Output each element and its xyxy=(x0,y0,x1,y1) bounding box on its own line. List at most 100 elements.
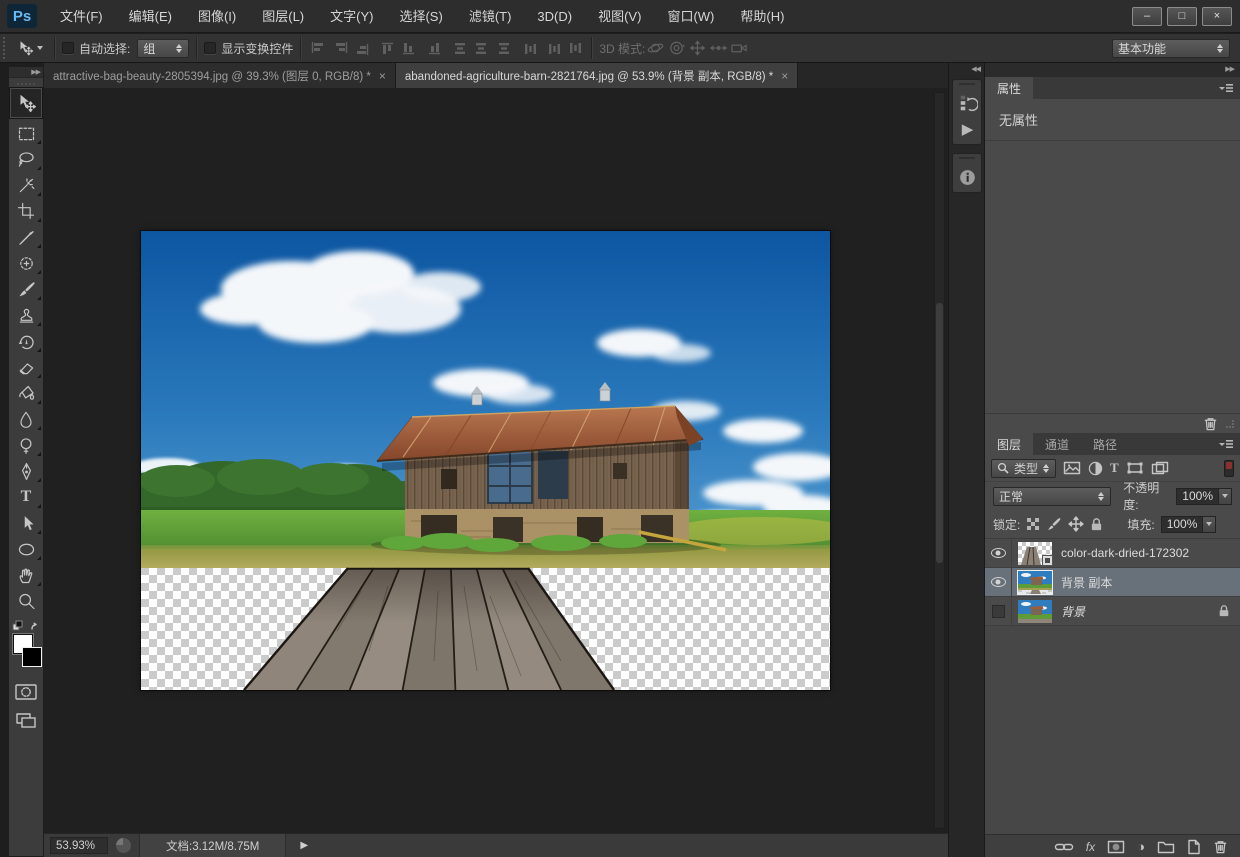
layer-style-icon[interactable]: fx xyxy=(1086,840,1095,854)
trash-icon[interactable] xyxy=(1203,416,1218,431)
menu-view[interactable]: 视图(V) xyxy=(585,0,654,33)
menu-layer[interactable]: 图层(L) xyxy=(249,0,317,33)
3d-pan-icon[interactable] xyxy=(688,40,707,56)
tools-collapse-button[interactable]: ▶▶ xyxy=(9,67,43,78)
vertical-scrollbar[interactable] xyxy=(934,92,945,829)
distribute-center-button[interactable] xyxy=(543,40,562,56)
document-tab-1[interactable]: attractive-bag-beauty-2805394.jpg @ 39.3… xyxy=(44,63,396,88)
menu-help[interactable]: 帮助(H) xyxy=(727,0,797,33)
layer-filtering-toggle[interactable] xyxy=(1224,459,1234,477)
scrollbar-thumb[interactable] xyxy=(936,303,943,563)
adjustment-layer-icon[interactable]: ◑ xyxy=(1137,840,1145,853)
zoom-tool[interactable] xyxy=(9,588,43,614)
blend-mode-dropdown[interactable]: 正常 xyxy=(993,486,1112,506)
path-selection-tool[interactable] xyxy=(9,510,43,536)
maximize-button[interactable]: □ xyxy=(1167,6,1197,26)
eraser-tool[interactable] xyxy=(9,354,43,380)
fill-dropdown-button[interactable] xyxy=(1202,516,1216,532)
tab-layers[interactable]: 图层 xyxy=(985,433,1034,455)
add-mask-icon[interactable] xyxy=(1107,840,1125,854)
shape-tool[interactable] xyxy=(9,536,43,562)
actions-panel-button[interactable]: ▶ xyxy=(953,116,983,142)
close-button[interactable]: × xyxy=(1202,6,1232,26)
info-panel-button[interactable] xyxy=(953,164,983,190)
dock-expand-button[interactable]: ◀◀ xyxy=(949,63,984,77)
3d-orbit-icon[interactable] xyxy=(646,40,665,56)
fill-field[interactable]: 100% xyxy=(1160,515,1217,533)
zoom-level-field[interactable]: 53.93% xyxy=(50,837,108,854)
show-transform-checkbox[interactable] xyxy=(204,42,217,54)
align-left-button[interactable] xyxy=(309,40,328,56)
minimize-button[interactable]: – xyxy=(1132,6,1162,26)
current-tool-indicator[interactable] xyxy=(16,39,43,57)
visibility-toggle[interactable] xyxy=(985,597,1012,625)
move-tool[interactable] xyxy=(9,87,43,119)
clone-stamp-tool[interactable] xyxy=(9,302,43,328)
canvas[interactable] xyxy=(105,230,851,691)
hand-tool[interactable] xyxy=(9,562,43,588)
tab-close-icon[interactable]: × xyxy=(379,70,386,82)
align-center-v-button[interactable] xyxy=(401,40,420,56)
link-layers-icon[interactable] xyxy=(1054,841,1074,853)
menu-select[interactable]: 选择(S) xyxy=(386,0,455,33)
history-panel-button[interactable] xyxy=(953,90,983,116)
layer-row-1[interactable]: color-dark-dried-172302 xyxy=(985,539,1240,568)
type-tool[interactable]: T xyxy=(9,484,43,510)
menu-edit[interactable]: 编辑(E) xyxy=(116,0,185,33)
tab-close-icon[interactable]: × xyxy=(781,70,788,82)
delete-layer-icon[interactable] xyxy=(1213,839,1228,854)
align-right-button[interactable] xyxy=(351,40,370,56)
menu-type[interactable]: 文字(Y) xyxy=(317,0,386,33)
layer-thumbnail[interactable] xyxy=(1018,541,1053,566)
tab-properties[interactable]: 属性 xyxy=(985,77,1034,99)
panel-menu-icon[interactable] xyxy=(1218,439,1234,449)
panel-collapse-bar[interactable]: ▶▶ xyxy=(984,63,1240,77)
layer-name[interactable]: 背景 xyxy=(1061,603,1085,620)
align-center-h-button[interactable] xyxy=(330,40,349,56)
3d-camera-icon[interactable] xyxy=(730,40,749,56)
menu-file[interactable]: 文件(F) xyxy=(47,0,116,33)
menu-window[interactable]: 窗口(W) xyxy=(654,0,727,33)
brush-tool[interactable] xyxy=(9,276,43,302)
screen-mode-button[interactable] xyxy=(9,708,43,732)
align-bottom-button[interactable] xyxy=(422,40,441,56)
distribute-left-button[interactable] xyxy=(522,40,541,56)
align-top-button[interactable] xyxy=(380,40,399,56)
crop-tool[interactable] xyxy=(9,198,43,224)
layer-name[interactable]: color-dark-dried-172302 xyxy=(1061,546,1189,560)
pen-tool[interactable] xyxy=(9,458,43,484)
layer-row-2[interactable]: 背景 副本 xyxy=(985,568,1240,597)
workspace-switcher[interactable]: 基本功能 xyxy=(1112,38,1230,58)
auto-select-dropdown[interactable]: 组 xyxy=(137,38,190,58)
dodge-tool[interactable] xyxy=(9,432,43,458)
panel-menu-icon[interactable] xyxy=(1218,83,1234,93)
distribute-right-button[interactable] xyxy=(564,40,583,56)
default-swap-colors-icon[interactable] xyxy=(12,620,40,632)
visibility-toggle[interactable] xyxy=(985,568,1012,596)
lock-position-icon[interactable] xyxy=(1068,516,1084,532)
quick-mask-button[interactable] xyxy=(9,680,43,704)
paint-bucket-tool[interactable] xyxy=(9,380,43,406)
opacity-dropdown-button[interactable] xyxy=(1218,488,1231,504)
opacity-field[interactable]: 100% xyxy=(1176,487,1232,505)
lock-transparency-icon[interactable] xyxy=(1026,517,1040,531)
filter-pixel-layers-icon[interactable] xyxy=(1063,461,1081,475)
3d-slide-icon[interactable] xyxy=(709,40,728,56)
distribute-bottom-button[interactable] xyxy=(493,40,512,56)
magic-wand-tool[interactable] xyxy=(9,172,43,198)
filter-smart-objects-icon[interactable] xyxy=(1151,461,1169,475)
tab-channels[interactable]: 通道 xyxy=(1033,433,1081,455)
lock-paint-icon[interactable] xyxy=(1046,516,1062,532)
lock-all-icon[interactable] xyxy=(1090,517,1103,532)
history-brush-tool[interactable] xyxy=(9,328,43,354)
status-popup-arrow[interactable]: ▶ xyxy=(300,840,308,851)
new-group-icon[interactable] xyxy=(1157,840,1175,854)
distribute-middle-button[interactable] xyxy=(472,40,491,56)
3d-roll-icon[interactable] xyxy=(667,40,686,56)
auto-select-checkbox[interactable] xyxy=(62,42,74,54)
layer-thumbnail[interactable] xyxy=(1018,599,1052,623)
panel-resize-grip[interactable] xyxy=(1226,419,1234,428)
marquee-tool[interactable] xyxy=(9,120,43,146)
blur-tool[interactable] xyxy=(9,406,43,432)
healing-brush-tool[interactable] xyxy=(9,250,43,276)
